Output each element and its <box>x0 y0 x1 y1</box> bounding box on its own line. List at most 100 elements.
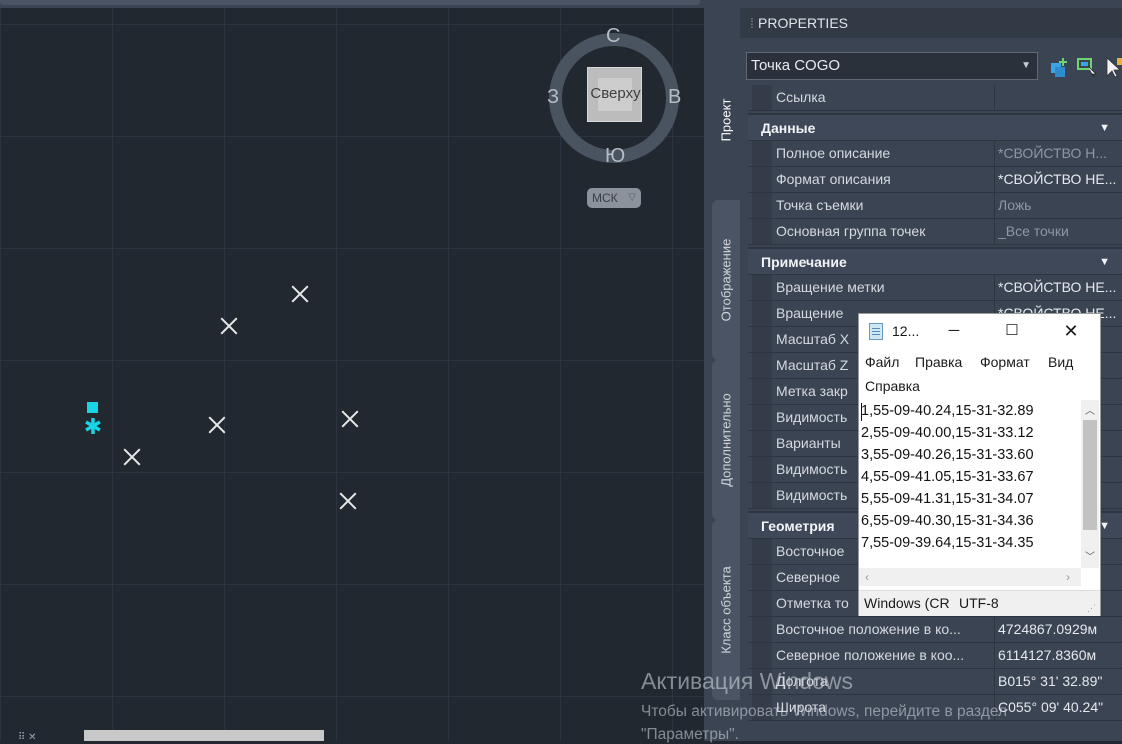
close-button[interactable]: ✕ <box>1056 318 1086 344</box>
cogo-point-marker[interactable] <box>338 491 358 511</box>
scroll-right-icon[interactable]: › <box>1066 568 1070 586</box>
document-tab[interactable] <box>0 0 700 5</box>
property-row[interactable]: Северное положение в коо... 6114127.8360м <box>748 643 1122 669</box>
scroll-up-icon[interactable]: ︿ <box>1081 402 1099 417</box>
property-row[interactable]: Широта С055° 09' 40.24" <box>748 695 1122 721</box>
object-type-value: Точка COGO <box>751 57 841 74</box>
property-value[interactable]: Ложь <box>998 193 1122 218</box>
collapse-chevron-icon[interactable]: ▼ <box>1099 115 1110 141</box>
text-line: 6,55-09-40.30,15-31-34.36 <box>861 513 1034 529</box>
menu-edit[interactable]: Правка <box>915 354 962 370</box>
chevron-down-icon: ▽ <box>628 192 636 203</box>
maximize-button[interactable]: ☐ <box>997 318 1027 344</box>
property-name: Восточное положение в ко... <box>776 617 995 642</box>
property-row[interactable]: Вращение метки *СВОЙСТВО НЕ... <box>748 275 1122 301</box>
text-line: 2,55-09-40.00,15-31-33.12 <box>861 425 1034 441</box>
text-line: 4,55-09-41.05,15-31-33.67 <box>861 469 1034 485</box>
notepad-status-bar: Windows (CR UTF-8 ⋰ <box>859 590 1100 616</box>
object-type-select[interactable]: Точка COGO ▼ <box>746 52 1038 80</box>
property-name: Ссылка <box>776 85 995 110</box>
tab-extended[interactable]: Дополнительно <box>712 360 740 520</box>
property-value[interactable]: _Все точки <box>998 219 1122 244</box>
horizontal-scrollbar[interactable]: ‹ › <box>859 568 1081 586</box>
property-value[interactable] <box>998 85 1122 110</box>
property-name: Формат описания <box>776 167 995 192</box>
property-value[interactable]: 6114127.8360м <box>998 643 1122 668</box>
scroll-left-icon[interactable]: ‹ <box>865 568 869 586</box>
menu-file[interactable]: Файл <box>865 354 899 370</box>
cogo-point-marker[interactable] <box>219 316 239 336</box>
tab-display[interactable]: Отображение <box>712 200 740 360</box>
selected-point-marker[interactable]: ✱ <box>82 416 104 438</box>
text-line: 5,55-09-41.31,15-31-34.07 <box>861 491 1034 507</box>
palette-title-bar[interactable]: ⁞ PROPERTIES <box>740 8 1122 38</box>
scrollbar-thumb[interactable] <box>1083 420 1097 530</box>
cogo-point-marker[interactable] <box>290 284 310 304</box>
window-top-strip <box>0 0 1122 8</box>
notepad-icon <box>869 323 883 340</box>
collapse-chevron-icon[interactable]: ▼ <box>1099 249 1110 275</box>
notepad-title-bar[interactable]: 12... ─ ☐ ✕ <box>859 314 1100 348</box>
tab-label: Класс объекта <box>718 566 734 654</box>
viewcube-south[interactable]: Ю <box>605 145 625 168</box>
quick-select-icon[interactable] <box>1104 56 1122 78</box>
property-value[interactable]: 4724867.0929м <box>998 617 1122 642</box>
cogo-point-marker[interactable] <box>122 447 142 467</box>
notepad-menu-bar: Файл Правка Формат Вид Справка <box>859 350 1100 400</box>
chevron-down-icon: ▼ <box>1021 60 1031 71</box>
command-line-grip-icon[interactable]: ⠿ ✕ <box>18 732 36 743</box>
palette-side-tabs: Проект Отображение Дополнительно Класс о… <box>710 40 740 741</box>
property-value[interactable]: С055° 09' 40.24" <box>998 695 1122 720</box>
property-row[interactable]: Ссылка <box>748 85 1122 111</box>
vertical-scrollbar[interactable]: ︿ ﹀ <box>1081 400 1099 568</box>
property-row[interactable]: Основная группа точек _Все точки <box>748 219 1122 245</box>
palette-title: PROPERTIES <box>758 15 848 31</box>
viewcube-west[interactable]: З <box>547 86 559 109</box>
tab-object-class[interactable]: Класс объекта <box>712 520 740 700</box>
property-value[interactable]: В015° 31' 32.89" <box>998 669 1122 694</box>
property-value[interactable]: *СВОЙСТВО НЕ... <box>998 167 1122 192</box>
tab-label: Дополнительно <box>718 393 734 487</box>
property-name: Долгота <box>776 669 995 694</box>
command-line-input[interactable] <box>84 730 324 741</box>
command-line-area: ⠿ ✕ <box>0 728 330 743</box>
selection-grip[interactable] <box>87 402 98 413</box>
status-encoding: UTF-8 <box>959 595 999 611</box>
property-value[interactable]: *СВОЙСТВО НЕ... <box>998 275 1122 300</box>
ucs-dropdown[interactable]: МСК ▽ <box>587 188 641 208</box>
minimize-button[interactable]: ─ <box>939 318 969 344</box>
category-header[interactable]: Данные ▼ <box>748 113 1122 141</box>
notepad-window: 12... ─ ☐ ✕ Файл Правка Формат Вид Справ… <box>858 313 1101 616</box>
text-line: 7,55-09-39.64,15-31-34.35 <box>861 535 1034 551</box>
property-row[interactable]: Точка съемки Ложь <box>748 193 1122 219</box>
menu-help[interactable]: Справка <box>865 378 920 394</box>
tab-label: Проект <box>718 98 734 142</box>
text-caret <box>861 403 862 421</box>
property-row[interactable]: Формат описания *СВОЙСТВО НЕ... <box>748 167 1122 193</box>
menu-format[interactable]: Формат <box>980 354 1030 370</box>
property-name: Основная группа точек <box>776 219 995 244</box>
select-objects-icon[interactable] <box>1076 56 1098 78</box>
viewcube-east[interactable]: В <box>668 86 681 109</box>
notepad-text-area[interactable]: 1,55-09-40.24,15-31-32.89 2,55-09-40.00,… <box>859 400 1081 570</box>
property-name: Полное описание <box>776 141 995 166</box>
drag-grip-icon[interactable]: ⁞ <box>750 8 758 38</box>
viewcube-face[interactable]: Сверху <box>587 67 642 122</box>
property-name: Точка съемки <box>776 193 995 218</box>
status-line-ending: Windows (CR <box>864 595 950 611</box>
menu-view[interactable]: Вид <box>1048 354 1073 370</box>
tab-label: Отображение <box>718 238 734 322</box>
property-value[interactable]: *СВОЙСТВО Н... <box>998 141 1122 166</box>
tab-project[interactable]: Проект <box>712 40 740 200</box>
property-row[interactable]: Полное описание *СВОЙСТВО Н... <box>748 141 1122 167</box>
cogo-point-marker[interactable] <box>340 409 360 429</box>
cogo-point-marker[interactable] <box>207 415 227 435</box>
property-row[interactable]: Долгота В015° 31' 32.89" <box>748 669 1122 695</box>
property-row[interactable]: Восточное положение в ко... 4724867.0929м <box>748 617 1122 643</box>
category-header[interactable]: Примечание ▼ <box>748 247 1122 275</box>
scroll-down-icon[interactable]: ﹀ <box>1081 548 1099 563</box>
property-name: Вращение метки <box>776 275 995 300</box>
resize-grip-icon[interactable]: ⋰ <box>1087 603 1097 613</box>
viewcube-north[interactable]: С <box>606 25 620 48</box>
add-selection-icon[interactable] <box>1048 56 1070 78</box>
